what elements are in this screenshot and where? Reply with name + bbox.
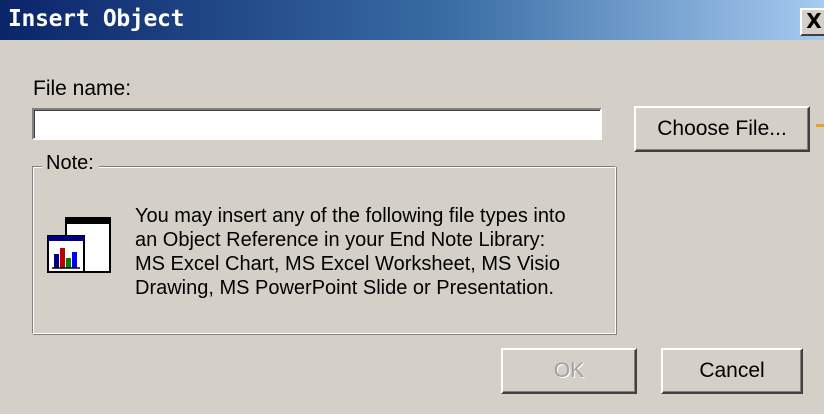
pointer-indicator xyxy=(816,124,824,127)
close-icon: X xyxy=(806,9,822,33)
choose-file-button[interactable]: Choose File... xyxy=(634,106,810,152)
note-line: MS Excel Chart, MS Excel Worksheet, MS V… xyxy=(135,253,560,275)
ok-button[interactable]: OK xyxy=(501,348,637,394)
file-name-label: File name: xyxy=(33,77,132,100)
note-line: an Object Reference in your End Note Lib… xyxy=(135,229,546,251)
excel-chart-object-icon xyxy=(47,217,111,273)
cancel-button[interactable]: Cancel xyxy=(661,348,803,394)
file-name-input[interactable] xyxy=(32,108,602,140)
title-bar[interactable]: Insert Object X xyxy=(0,0,824,40)
window-title: Insert Object xyxy=(8,6,185,32)
close-button[interactable]: X xyxy=(800,8,824,36)
note-line: Drawing, MS PowerPoint Slide or Presenta… xyxy=(135,277,555,299)
note-legend: Note: xyxy=(42,152,99,175)
note-text: You may insert any of the following file… xyxy=(135,204,615,300)
insert-object-dialog: Insert Object X File name: Choose File..… xyxy=(0,0,824,414)
note-line: You may insert any of the following file… xyxy=(135,205,566,227)
